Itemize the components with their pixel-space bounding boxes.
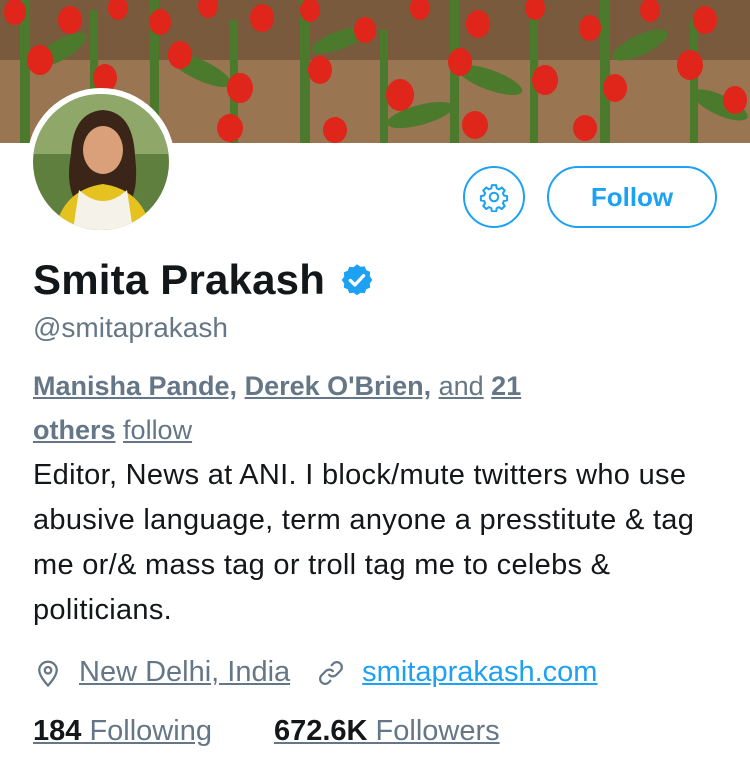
avatar[interactable]: [27, 88, 175, 236]
following-label: Following: [89, 715, 212, 747]
followed-by-count[interactable]: 21: [491, 371, 521, 401]
followed-by-user-1[interactable]: Manisha Pande,: [33, 371, 237, 401]
profile-bio: Editor, News at ANI. I block/mute twitte…: [33, 459, 695, 626]
profile-handle: @smitaprakash: [33, 312, 228, 343]
followers-stat[interactable]: 672.6K Followers: [274, 715, 500, 748]
followers-count: 672.6K: [273, 715, 368, 747]
followers-label: Followers: [375, 715, 500, 747]
profile-name: Smita Prakash: [33, 256, 326, 303]
follow-button[interactable]: Follow: [547, 166, 717, 228]
profile-meta-row: New Delhi, India smitaprakash.com: [33, 656, 597, 689]
verified-badge-icon: [341, 264, 373, 296]
profile-location[interactable]: New Delhi, India: [79, 656, 290, 689]
followed-by-text: Manisha Pande, Derek O'Brien, and 21 oth…: [33, 364, 593, 452]
followed-by-user-2[interactable]: Derek O'Brien,: [245, 371, 432, 401]
gear-icon: [479, 184, 509, 212]
profile-website-link[interactable]: smitaprakash.com: [362, 656, 597, 689]
profile-stats-row: 184 Following 672.6K Followers: [33, 715, 500, 748]
location-pin-icon: [38, 660, 58, 687]
profile-name-row: Smita Prakash: [33, 256, 375, 304]
followed-by-and: and: [438, 371, 484, 401]
link-icon: [319, 660, 344, 685]
followed-by-others[interactable]: others: [33, 415, 116, 445]
following-stat[interactable]: 184 Following: [33, 715, 212, 748]
followed-by-follow: follow: [123, 415, 193, 445]
profile-photo: [33, 94, 169, 230]
settings-button[interactable]: [463, 166, 525, 228]
following-count: 184: [33, 715, 82, 747]
